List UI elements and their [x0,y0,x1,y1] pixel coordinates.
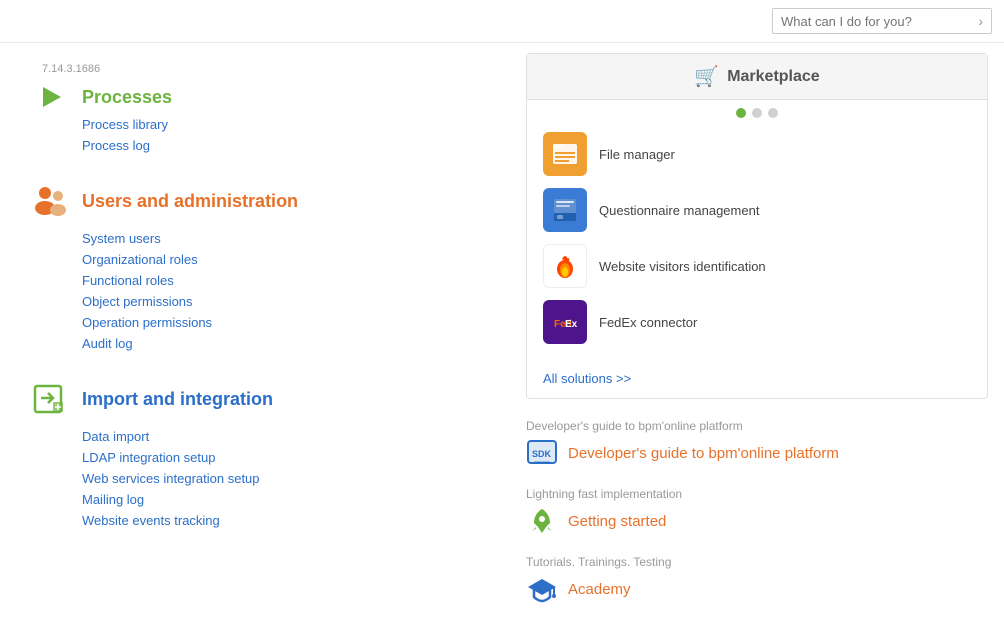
import-integration-icon-wrap [30,379,70,419]
organizational-roles-link[interactable]: Organizational roles [82,252,490,267]
ldap-integration-link[interactable]: LDAP integration setup [82,450,490,465]
academy-subtitle: Tutorials. Trainings. Testing [526,555,988,569]
cart-icon: 🛒 [694,64,719,89]
marketplace-item-fedex[interactable]: Fed Ex FedEx connector [543,300,971,344]
rocket-icon [526,505,558,537]
functional-roles-link[interactable]: Functional roles [82,273,490,288]
processes-icon [30,77,70,117]
right-panel: 🛒 Marketplace [510,43,1004,618]
svg-text:SDK: SDK [532,449,552,459]
import-integration-links: Data import LDAP integration setup Web s… [30,429,490,528]
search-arrow-icon: › [978,13,983,29]
search-input[interactable] [781,14,974,29]
fedex-label: FedEx connector [599,315,697,330]
marketplace-item-kickfire[interactable]: Website visitors identification [543,244,971,288]
marketplace-dots [527,100,987,126]
processes-title: Processes [82,87,172,108]
marketplace-title: Marketplace [727,68,820,86]
dot-1[interactable] [736,108,746,118]
kickfire-label: Website visitors identification [599,259,766,274]
users-admin-section: Users and administration System users Or… [30,181,490,351]
top-bar: › [0,0,1004,43]
dot-3[interactable] [768,108,778,118]
marketplace-item-questionnaire[interactable]: Questionnaire management [543,188,971,232]
marketplace-box: 🛒 Marketplace [526,53,988,399]
getting-started-link[interactable]: Getting started [568,513,666,530]
getting-started-link-row: Getting started [526,505,988,537]
left-panel: 7.14.3.1686 Processes Process library Pr… [0,43,510,618]
import-integration-title: Import and integration [82,389,273,410]
academy-link[interactable]: Academy [568,581,631,598]
academy-link-row: Academy [526,573,988,605]
main-layout: 7.14.3.1686 Processes Process library Pr… [0,43,1004,618]
file-manager-icon [543,132,587,176]
play-icon [43,87,61,107]
marketplace-item-file-manager[interactable]: File manager [543,132,971,176]
data-import-link[interactable]: Data import [82,429,490,444]
resource-academy: Tutorials. Trainings. Testing Academy [526,555,988,605]
users-admin-links: System users Organizational roles Functi… [30,231,490,351]
developer-guide-link-row: SDK Developer's guide to bpm'online plat… [526,437,988,469]
audit-log-link[interactable]: Audit log [82,336,490,351]
users-admin-icon [31,182,69,220]
import-integration-icon [31,380,69,418]
processes-section: 7.14.3.1686 Processes Process library Pr… [30,63,490,153]
system-users-link[interactable]: System users [82,231,490,246]
search-box[interactable]: › [772,8,992,34]
getting-started-subtitle: Lightning fast implementation [526,487,988,501]
all-solutions-link[interactable]: All solutions >> [543,371,631,386]
fedex-icon: Fed Ex [543,300,587,344]
web-services-link[interactable]: Web services integration setup [82,471,490,486]
resource-developer-guide: Developer's guide to bpm'online platform… [526,419,988,469]
resource-getting-started: Lightning fast implementation Getting st… [526,487,988,537]
processes-links: Process library Process log [30,117,490,153]
object-permissions-link[interactable]: Object permissions [82,294,490,309]
website-events-link[interactable]: Website events tracking [82,513,490,528]
users-admin-title: Users and administration [82,191,298,212]
academy-icon [526,573,558,605]
marketplace-items: File manager Questionnaire management [527,126,987,366]
developer-guide-subtitle: Developer's guide to bpm'online platform [526,419,988,433]
import-integration-section: Import and integration Data import LDAP … [30,379,490,528]
svg-text:Ex: Ex [565,319,578,330]
operation-permissions-link[interactable]: Operation permissions [82,315,490,330]
file-manager-label: File manager [599,147,675,162]
sdk-icon: SDK [526,437,558,469]
import-integration-header: Import and integration [30,379,490,419]
process-library-link[interactable]: Process library [82,117,490,132]
kickfire-icon [543,244,587,288]
dot-2[interactable] [752,108,762,118]
questionnaire-label: Questionnaire management [599,203,759,218]
users-admin-icon-wrap [30,181,70,221]
all-solutions: All solutions >> [527,366,987,398]
processes-header-row: Processes [30,77,490,117]
mailing-log-link[interactable]: Mailing log [82,492,490,507]
process-log-link[interactable]: Process log [82,138,490,153]
developer-guide-link[interactable]: Developer's guide to bpm'online platform [568,445,839,462]
marketplace-header: 🛒 Marketplace [527,54,987,100]
questionnaire-icon [543,188,587,232]
users-admin-header: Users and administration [30,181,490,221]
version-label: 7.14.3.1686 [42,63,490,75]
